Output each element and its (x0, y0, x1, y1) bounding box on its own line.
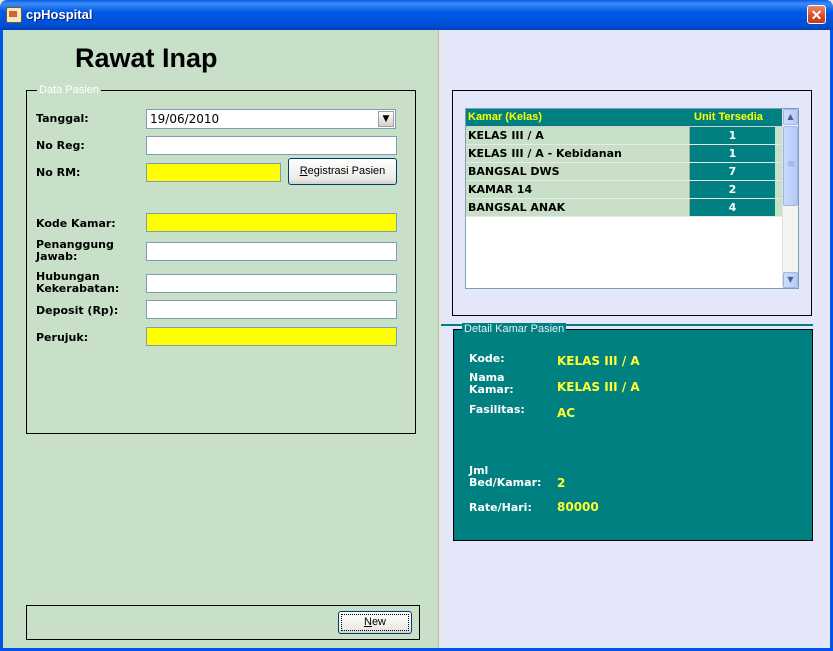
table-row[interactable]: KELAS III / A 1 (466, 127, 783, 145)
kamar-cell: KELAS III / A - Kebidanan (468, 147, 622, 160)
dropdown-arrow-icon[interactable]: ▼ (378, 111, 394, 127)
deposit-field[interactable] (146, 300, 397, 319)
unit-cell: 1 (690, 127, 775, 144)
tanggal-label: Tanggal: (36, 112, 89, 125)
nama-kamar-value: KELAS III / A (557, 380, 640, 394)
perujuk-label: Perujuk: (36, 331, 89, 344)
fasilitas-value: AC (557, 406, 576, 420)
kamar-cell: BANGSAL DWS (468, 165, 560, 178)
unit-cell: 7 (690, 163, 775, 180)
detail-kamar-legend: Detail Kamar Pasien (462, 323, 567, 335)
kode-kamar-field[interactable] (146, 213, 397, 232)
column-header-unit-tersedia[interactable]: Unit Tersedia (694, 111, 763, 123)
kode-kamar-label: Kode Kamar: (36, 217, 116, 230)
penanggung-jawab-label-line2: Jawab: (36, 250, 78, 263)
table-row[interactable]: BANGSAL DWS 7 (466, 163, 783, 181)
table-row[interactable]: KAMAR 14 2 (466, 181, 783, 199)
title-bar[interactable]: cpHospital ✕ (0, 0, 833, 30)
jml-bed-label: Jml Bed/Kamar: (469, 465, 541, 489)
scroll-thumb[interactable] (783, 126, 798, 206)
unit-cell: 4 (690, 199, 775, 216)
penanggung-jawab-field[interactable] (146, 242, 397, 261)
scroll-up-icon[interactable]: ▲ (783, 109, 798, 125)
tanggal-value: 19/06/2010 (150, 112, 220, 126)
nama-kamar-label-line2: Kamar: (469, 383, 514, 396)
unit-cell: 1 (690, 145, 775, 162)
penanggung-jawab-label: Penanggung Jawab: (36, 239, 114, 263)
rate-value: 80000 (557, 500, 599, 514)
new-accel: N (363, 616, 372, 628)
grid-header: Kamar (Kelas) Unit Tersedia (466, 109, 783, 127)
registrasi-button-label: egistrasi Pasien (307, 165, 386, 177)
rate-label: Rate/Hari: (469, 501, 532, 514)
jml-bed-label-line2: Bed/Kamar: (469, 476, 542, 489)
hubungan-kekerabatan-field[interactable] (146, 274, 397, 293)
no-rm-label: No RM: (36, 166, 81, 179)
new-button-label: ew (371, 616, 386, 628)
unit-cell: 2 (690, 181, 775, 198)
table-row[interactable]: BANGSAL ANAK 4 (466, 199, 783, 217)
data-pasien-legend: Data Pasien (37, 84, 101, 96)
hubungan-kekerabatan-label: Hubungan Kekerabatan: (36, 271, 119, 295)
column-header-kamar[interactable]: Kamar (Kelas) (468, 111, 542, 123)
table-row[interactable]: KELAS III / A - Kebidanan 1 (466, 145, 783, 163)
scroll-down-icon[interactable]: ▼ (783, 272, 798, 288)
grid-vertical-scrollbar[interactable]: ▲ ▼ (782, 109, 798, 288)
new-button[interactable]: New (338, 611, 412, 634)
hubungan-label-line2: Kekerabatan: (36, 282, 120, 295)
page-title: Rawat Inap (75, 43, 218, 73)
no-reg-label: No Reg: (36, 139, 85, 152)
fasilitas-label: Fasilitas: (469, 403, 525, 416)
app-window: cpHospital ✕ Rawat Inap Data Pasien Tang… (0, 0, 833, 651)
kamar-cell: BANGSAL ANAK (468, 201, 566, 214)
app-icon[interactable] (6, 7, 22, 23)
nama-kamar-label: Nama Kamar: (469, 372, 514, 396)
no-reg-field[interactable] (146, 136, 397, 155)
no-rm-field[interactable] (146, 163, 281, 182)
kamar-grid[interactable]: Kamar (Kelas) Unit Tersedia KELAS III / … (465, 108, 799, 289)
kamar-cell: KELAS III / A (468, 129, 544, 142)
registrasi-pasien-button[interactable]: Registrasi Pasien (288, 158, 397, 185)
tanggal-date-picker[interactable]: 19/06/2010 ▼ (146, 109, 396, 129)
kode-label: Kode: (469, 352, 505, 365)
perujuk-field[interactable] (146, 327, 397, 346)
deposit-label: Deposit (Rp): (36, 304, 119, 317)
detail-kamar-panel: Detail Kamar Pasien Kode: KELAS III / A … (453, 323, 813, 541)
jml-bed-value: 2 (557, 476, 566, 490)
kamar-cell: KAMAR 14 (468, 183, 533, 196)
registrasi-accel: R (299, 165, 308, 177)
kode-value: KELAS III / A (557, 354, 640, 368)
window-title: cpHospital (26, 7, 93, 22)
close-button[interactable]: ✕ (807, 5, 826, 24)
